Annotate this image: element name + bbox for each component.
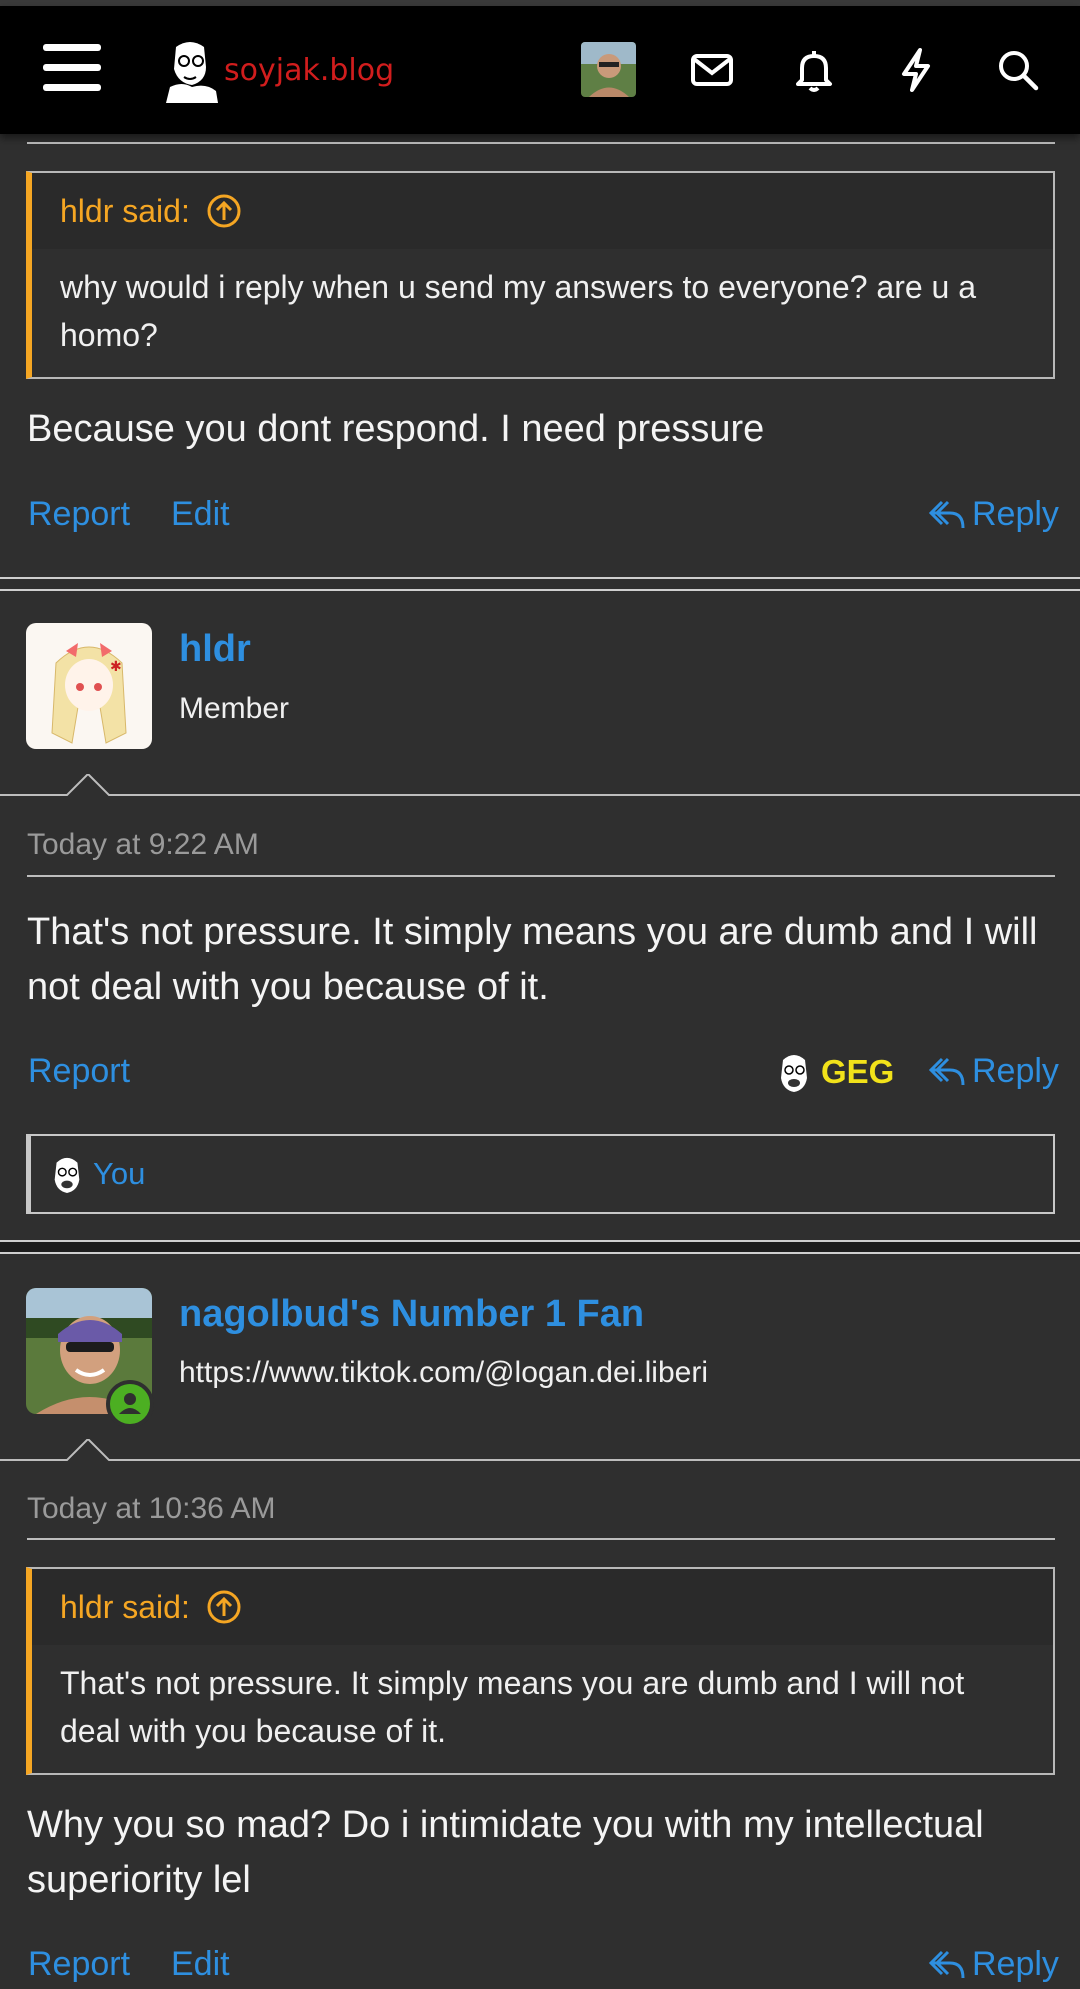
user-title: Member [179, 692, 290, 725]
quote-header[interactable]: hldr said: [32, 173, 1053, 249]
avatar[interactable]: ✱ [26, 623, 152, 749]
svg-text:✱: ✱ [110, 659, 122, 675]
post-timestamp[interactable]: Today at 10:36 AM [27, 1492, 276, 1526]
reply-link[interactable]: Reply [928, 495, 1059, 534]
quote-author: hldr said: [60, 192, 190, 229]
quote-text: That's not pressure. It simply means you… [60, 1665, 965, 1749]
reacted-by[interactable]: You [93, 1156, 145, 1192]
post-separator [0, 1240, 1080, 1254]
quote-author: hldr said: [60, 1588, 190, 1625]
user-avatar[interactable] [581, 42, 636, 97]
divider [27, 142, 1055, 144]
online-status-icon [106, 1380, 154, 1428]
reaction-user-icon [54, 1157, 80, 1193]
user-title: https://www.tiktok.com/@logan.dei.liberi [179, 1356, 708, 1389]
username[interactable]: hldr [179, 628, 251, 671]
quote-text: why would i reply when u send my answers… [60, 269, 977, 353]
divider [27, 1538, 1055, 1540]
reply-icon [928, 1057, 965, 1085]
message-divider [0, 794, 1080, 796]
search-icon[interactable] [994, 46, 1042, 94]
soyjak-logo-icon [162, 37, 220, 103]
geg-reaction-icon [781, 1055, 807, 1092]
quote-block: hldr said: That's not pressure. It simpl… [26, 1567, 1055, 1775]
menu-icon[interactable] [43, 44, 101, 92]
report-link[interactable]: Report [28, 495, 130, 534]
username[interactable]: nagolbud's Number 1 Fan [179, 1293, 644, 1336]
site-name: soyjak.blog [224, 52, 395, 88]
bell-icon[interactable] [790, 46, 838, 94]
reply-link[interactable]: Reply [928, 1945, 1059, 1984]
site-header: soyjak.blog [0, 6, 1080, 134]
bolt-icon[interactable] [892, 46, 940, 94]
post-message: Why you so mad? Do i intimidate you with… [27, 1804, 984, 1901]
pointer-arrow [66, 1439, 110, 1461]
quote-header[interactable]: hldr said: [32, 1569, 1053, 1645]
reaction-summary[interactable]: GEG [775, 1050, 894, 1094]
reply-label: Reply [972, 495, 1059, 533]
edit-link[interactable]: Edit [171, 495, 230, 534]
site-logo[interactable]: soyjak.blog [162, 34, 394, 106]
reply-label: Reply [972, 1052, 1059, 1090]
message-divider [0, 1459, 1080, 1461]
report-link[interactable]: Report [28, 1945, 130, 1984]
post-message: Because you dont respond. I need pressur… [27, 408, 765, 450]
divider [27, 875, 1055, 877]
report-link[interactable]: Report [28, 1052, 130, 1091]
reply-link[interactable]: Reply [928, 1052, 1059, 1091]
edit-link[interactable]: Edit [171, 1945, 230, 1984]
reply-icon [928, 1950, 965, 1978]
quote-block: hldr said: why would i reply when u send… [26, 171, 1055, 379]
reply-icon [928, 500, 965, 528]
reactions-bar[interactable]: You [26, 1134, 1055, 1214]
envelope-icon[interactable] [688, 46, 736, 94]
reply-label: Reply [972, 1945, 1059, 1983]
post-separator [0, 577, 1080, 591]
arrow-up-circle-icon[interactable] [206, 193, 242, 229]
post-timestamp[interactable]: Today at 9:22 AM [27, 828, 259, 862]
reaction-label: GEG [821, 1053, 895, 1090]
pointer-arrow [66, 774, 110, 796]
arrow-up-circle-icon[interactable] [206, 1589, 242, 1625]
post-message: That's not pressure. It simply means you… [27, 911, 1038, 1008]
